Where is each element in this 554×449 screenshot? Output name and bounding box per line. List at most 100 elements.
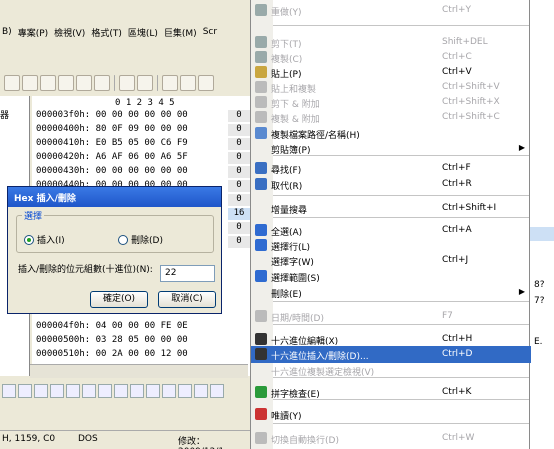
hex-insert-icon bbox=[255, 348, 267, 360]
menu-item[interactable]: 刪除(E) ▶ bbox=[251, 284, 531, 301]
hex-row[interactable]: 000004f0h: 04 00 00 00 FE 0E bbox=[36, 321, 188, 331]
cancel-button[interactable]: 取消(C) bbox=[158, 291, 216, 308]
replace-icon bbox=[255, 178, 267, 190]
menu-item-shortcut: Ctrl+R bbox=[442, 179, 472, 189]
menubar-item[interactable]: 專案(P) bbox=[18, 26, 48, 39]
menu-item-shortcut: Ctrl+W bbox=[442, 433, 475, 443]
file-tree-label: 器 bbox=[0, 111, 10, 121]
hex-row-address: 000004f0h: bbox=[36, 321, 91, 331]
hex-row[interactable]: 00000430h: 00 00 00 00 00 00 bbox=[36, 166, 188, 176]
menubar: B) 專案(P) 檢視(V) 格式(T) 區塊(L) 巨集(M) Scr bbox=[0, 22, 260, 42]
insert-radio[interactable]: 插入(I) bbox=[24, 233, 65, 246]
menu-item[interactable]: 增量搜尋 Ctrl+Shift+I bbox=[251, 200, 531, 217]
menubar-item[interactable]: 巨集(M) bbox=[164, 26, 197, 39]
toolbar-button[interactable] bbox=[58, 75, 74, 91]
bottom-toolbar-button[interactable] bbox=[34, 384, 48, 398]
hex-side-value: 0 bbox=[228, 222, 250, 234]
menu-item-shortcut: Ctrl+C bbox=[442, 52, 472, 62]
find-icon bbox=[255, 162, 267, 174]
hex-row-bytes: 03 28 05 00 00 00 bbox=[95, 335, 188, 345]
radio-checked-icon bbox=[24, 234, 34, 245]
bottom-toolbar-button[interactable] bbox=[18, 384, 32, 398]
hex-mode-icon[interactable] bbox=[119, 75, 135, 91]
hex-side-value: 0 bbox=[228, 180, 250, 192]
hex-row[interactable]: 00000420h: A6 AF 06 00 A6 5F bbox=[36, 152, 188, 162]
menu-separator bbox=[273, 324, 529, 325]
toolbar-button[interactable] bbox=[94, 75, 110, 91]
bottom-toolbar-button[interactable] bbox=[50, 384, 64, 398]
bottom-toolbar-button[interactable] bbox=[66, 384, 80, 398]
hex-row[interactable]: 00000500h: 03 28 05 00 00 00 bbox=[36, 335, 188, 345]
toolbar-button[interactable] bbox=[4, 75, 20, 91]
menu-item: 日期/時間(D) F7 bbox=[251, 308, 531, 325]
menu-item[interactable]: 選擇字(W) Ctrl+J bbox=[251, 252, 531, 269]
bottom-toolbar-button[interactable] bbox=[130, 384, 144, 398]
menu-item[interactable]: 尋找(F) Ctrl+F bbox=[251, 160, 531, 177]
hex-side-value: 0 bbox=[228, 236, 250, 248]
menubar-item[interactable]: B) bbox=[2, 27, 12, 37]
menu-item-label: 日期/時間(D) bbox=[271, 314, 324, 324]
readonly-icon bbox=[255, 408, 267, 420]
hex-row-bytes: 04 00 00 00 FE 0E bbox=[95, 321, 188, 331]
paste-copy-icon bbox=[255, 81, 267, 93]
toolbar-button[interactable] bbox=[137, 75, 153, 91]
menu-item-label: 複製 & 附加 bbox=[271, 115, 320, 125]
menu-item: 複製 & 附加 Ctrl+Shift+C bbox=[251, 109, 531, 126]
delete-radio[interactable]: 刪除(D) bbox=[118, 233, 163, 246]
menu-item[interactable]: 唯讀(Y) bbox=[251, 406, 531, 423]
bottom-toolbar bbox=[0, 380, 250, 402]
edit-context-menu: 重做(Y) Ctrl+Y 剪下(T) Shift+DEL 複製(C) Ctrl+C 貼上(P… bbox=[250, 0, 531, 449]
cut-icon[interactable] bbox=[180, 75, 196, 91]
bottom-toolbar-button[interactable] bbox=[98, 384, 112, 398]
menu-item[interactable]: 選擇範圍(S) bbox=[251, 268, 531, 285]
menu-item-shortcut: Ctrl+V bbox=[442, 67, 472, 77]
editor-right-strip: 8? 7? E. bbox=[530, 0, 554, 449]
status-modified: 修改：2009/12/1 bbox=[178, 437, 224, 449]
bottom-toolbar-button[interactable] bbox=[146, 384, 160, 398]
menu-item-label: 重做(Y) bbox=[271, 8, 302, 18]
radio-unchecked-icon bbox=[118, 234, 128, 245]
copy-icon[interactable] bbox=[198, 75, 214, 91]
toolbar-button[interactable] bbox=[40, 75, 56, 91]
menu-item-label: 取代(R) bbox=[271, 182, 303, 192]
select-all-icon bbox=[255, 224, 267, 236]
hex-row-bytes: A6 AF 06 00 A6 5F bbox=[95, 152, 188, 162]
toolbar-button[interactable] bbox=[22, 75, 38, 91]
hex-row[interactable]: 00000400h: 80 0F 09 00 00 00 bbox=[36, 124, 188, 134]
bottom-toolbar-button[interactable] bbox=[162, 384, 176, 398]
menu-item-label: 選擇字(W) bbox=[271, 258, 314, 268]
menu-item-shortcut: Ctrl+Shift+X bbox=[442, 97, 500, 107]
bottom-toolbar-button[interactable] bbox=[2, 384, 16, 398]
menubar-item[interactable]: Scr bbox=[203, 27, 217, 37]
menu-item-shortcut: Ctrl+Shift+V bbox=[442, 82, 500, 92]
copy-append-icon bbox=[255, 111, 267, 123]
horizontal-scrollbar[interactable] bbox=[30, 364, 248, 378]
menu-item[interactable]: 取代(R) Ctrl+R bbox=[251, 176, 531, 193]
hex-side-value: 0 bbox=[228, 166, 250, 178]
bottom-toolbar-button[interactable] bbox=[210, 384, 224, 398]
byte-count-input[interactable]: 22 bbox=[160, 265, 215, 282]
toolbar-button[interactable] bbox=[76, 75, 92, 91]
menubar-item[interactable]: 區塊(L) bbox=[128, 26, 158, 39]
hex-row-bytes: 00 2A 00 00 12 00 bbox=[95, 349, 188, 359]
menubar-item[interactable]: 檢視(V) bbox=[54, 26, 85, 39]
status-bar: H, 1159, C0 DOS 修改：2009/12/1 bbox=[0, 430, 250, 449]
hex-row[interactable]: 00000410h: E0 B5 05 00 C6 F9 bbox=[36, 138, 188, 148]
menubar-item[interactable]: 格式(T) bbox=[91, 26, 122, 39]
menu-separator bbox=[273, 195, 529, 196]
copy-icon bbox=[255, 51, 267, 63]
menu-item[interactable]: 十六進位插入/刪除(D)... Ctrl+D bbox=[251, 346, 531, 363]
bottom-toolbar-button[interactable] bbox=[114, 384, 128, 398]
status-position: H, 1159, C0 bbox=[2, 434, 56, 444]
strip-value: 8? bbox=[534, 280, 545, 290]
hex-row[interactable]: 000003f0h: 00 00 00 00 00 00 bbox=[36, 110, 188, 120]
toolbar-separator bbox=[114, 75, 115, 91]
bottom-toolbar-button[interactable] bbox=[178, 384, 192, 398]
ok-button[interactable]: 確定(O) bbox=[90, 291, 148, 308]
hex-side-value: 0 bbox=[228, 124, 250, 136]
bottom-toolbar-button[interactable] bbox=[82, 384, 96, 398]
menu-item-shortcut: Ctrl+H bbox=[442, 334, 473, 344]
hex-row[interactable]: 00000510h: 00 2A 00 00 12 00 bbox=[36, 349, 188, 359]
bottom-toolbar-button[interactable] bbox=[194, 384, 208, 398]
globe-icon[interactable] bbox=[162, 75, 178, 91]
